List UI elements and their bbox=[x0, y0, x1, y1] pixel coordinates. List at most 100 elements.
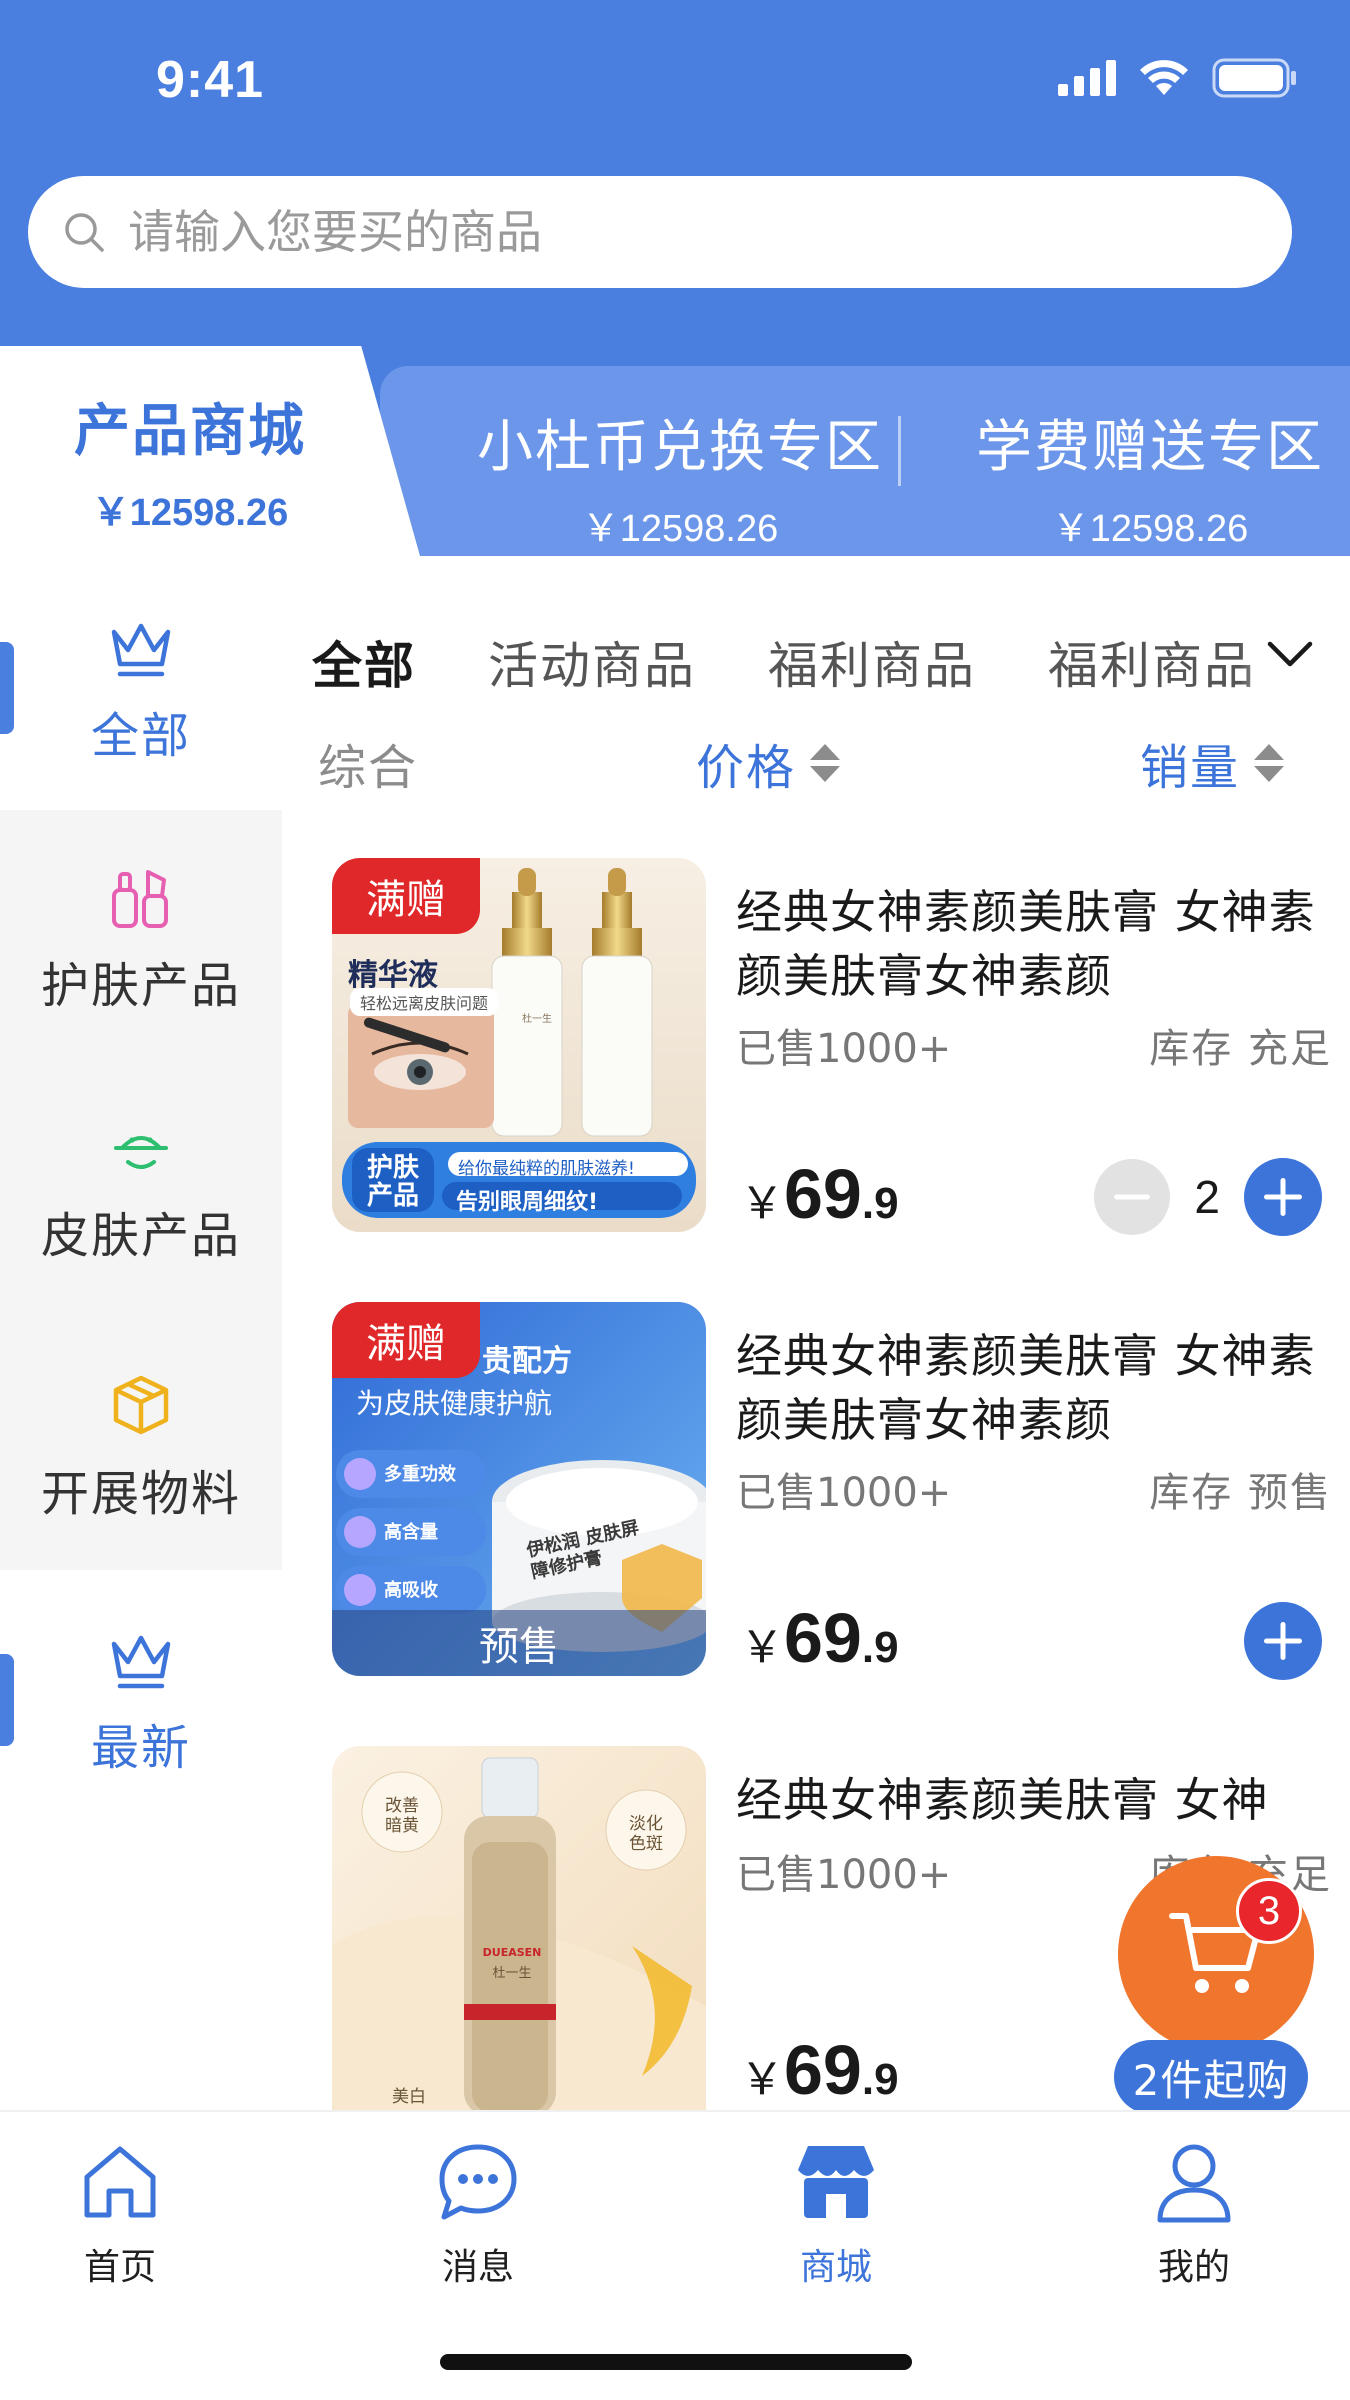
sort-arrows-icon bbox=[810, 744, 841, 782]
mall-tab-tuition-gift[interactable]: 学费赠送专区 ￥12598.26 bbox=[960, 402, 1340, 552]
product-card[interactable]: 精华液 轻松远离皮肤问题 杜一生 护肤产品 给你最纯粹的肌肤滋养! 告别眼周细纹… bbox=[332, 858, 1332, 1238]
product-stock: 库存 充足 bbox=[1149, 1016, 1332, 1074]
nav-label: 商城 bbox=[799, 2247, 872, 2288]
product-sold: 已售1000+ bbox=[736, 1026, 952, 1072]
stock-label: 库存 bbox=[1149, 1026, 1234, 1072]
product-image-feature: 高含量 bbox=[384, 1522, 438, 1543]
min-purchase-label: 2件起购 bbox=[1114, 2040, 1308, 2114]
product-image-tag: 淡化色斑 bbox=[629, 1814, 663, 1854]
shop-icon bbox=[798, 2146, 874, 2218]
price-integer: 69 bbox=[784, 2031, 862, 2109]
sidebar-item-materials[interactable]: 开展物料 bbox=[0, 1372, 282, 1524]
product-name[interactable]: 经典女神素颜美肤膏 女神素颜美肤膏女神素颜 bbox=[736, 880, 1326, 1008]
search-input[interactable] bbox=[128, 205, 1228, 259]
product-image-title: 贵配方 bbox=[482, 1344, 572, 1379]
sidebar-item-label: 全部 bbox=[90, 708, 191, 764]
product-stock: 库存 预售 bbox=[1149, 1460, 1332, 1518]
sort-sales-label: 销量 bbox=[1140, 740, 1241, 796]
nav-item-messages[interactable]: 消息 bbox=[358, 2132, 598, 2290]
category-tab-activity[interactable]: 活动商品 bbox=[488, 626, 696, 698]
product-image-feature: 多重功效 bbox=[384, 1464, 456, 1485]
home-indicator bbox=[440, 2354, 912, 2370]
price-currency: ￥ bbox=[740, 2055, 784, 2104]
mall-tab-amount: ￥12598.26 bbox=[581, 508, 779, 550]
sidebar-item-skincare[interactable]: 护肤产品 bbox=[0, 866, 282, 1016]
sort-general-label: 综合 bbox=[318, 740, 419, 796]
quantity-stepper: 2 bbox=[1094, 1158, 1322, 1236]
category-tab-welfare-2[interactable]: 福利商品 bbox=[1048, 626, 1256, 698]
mall-tab-amount: ￥12598.26 bbox=[91, 492, 289, 534]
nav-item-home[interactable]: 首页 bbox=[0, 2132, 240, 2290]
nav-label: 首页 bbox=[83, 2247, 156, 2288]
product-image-tag: 改善暗黄 bbox=[385, 1796, 419, 1836]
add-to-cart-button[interactable] bbox=[1244, 1602, 1322, 1680]
chevron-down-icon[interactable] bbox=[1266, 638, 1314, 670]
plus-icon bbox=[1264, 1622, 1302, 1660]
product-image-feature: 高吸收 bbox=[384, 1580, 438, 1601]
product-price: ￥69.9 bbox=[740, 1154, 899, 1234]
decrease-button[interactable] bbox=[1094, 1159, 1171, 1235]
stock-status: 充足 bbox=[1248, 1026, 1332, 1072]
product-sold: 已售1000+ bbox=[736, 1470, 952, 1516]
promo-badge: 满赠 bbox=[332, 858, 480, 934]
stock-status: 预售 bbox=[1248, 1470, 1332, 1516]
crown-icon bbox=[111, 623, 171, 677]
sort-sales[interactable]: 销量 bbox=[1140, 728, 1285, 798]
product-image-promo-tag: 护肤产品 bbox=[366, 1153, 419, 1211]
mall-tab-title: 小杜币兑换专区 bbox=[477, 415, 883, 480]
product-price: ￥69.9 bbox=[740, 2030, 899, 2110]
category-tab-all[interactable]: 全部 bbox=[312, 626, 416, 698]
mall-tab-product[interactable]: 产品商城 ￥12598.26 bbox=[40, 386, 340, 536]
sort-price[interactable]: 价格 bbox=[696, 728, 841, 798]
product-image[interactable]: 贵配方 为皮肤健康护航 多重功效 高含量 高吸收 伊松润 皮肤屏障修护膏 满赠 … bbox=[332, 1302, 706, 1676]
product-image-promo-small: 给你最纯粹的肌肤滋养! bbox=[458, 1159, 635, 1179]
mall-tabs: 产品商城 ￥12598.26 小杜币兑换专区 ￥12598.26 学费赠送专区 … bbox=[0, 346, 1350, 556]
sort-general[interactable]: 综合 bbox=[318, 728, 418, 798]
sidebar-item-label: 最新 bbox=[90, 1720, 191, 1776]
product-image-brand: DUEASEN bbox=[482, 1946, 542, 1959]
search-bar[interactable] bbox=[28, 176, 1292, 288]
mall-tab-amount: ￥12598.26 bbox=[1051, 508, 1249, 550]
price-decimal: .9 bbox=[861, 2055, 899, 2104]
cart-count-badge: 3 bbox=[1236, 1878, 1302, 1944]
product-card[interactable]: 贵配方 为皮肤健康护航 多重功效 高含量 高吸收 伊松润 皮肤屏障修护膏 满赠 … bbox=[332, 1302, 1332, 1682]
product-image-subtitle: 为皮肤健康护航 bbox=[356, 1387, 553, 1420]
quantity-stepper bbox=[1244, 1602, 1322, 1680]
price-integer: 69 bbox=[784, 1155, 862, 1233]
category-tab-welfare[interactable]: 福利商品 bbox=[768, 626, 976, 698]
price-integer: 69 bbox=[784, 1599, 862, 1677]
nav-item-shop[interactable]: 商城 bbox=[716, 2132, 956, 2290]
product-image[interactable]: 精华液 轻松远离皮肤问题 杜一生 护肤产品 给你最纯粹的肌肤滋养! 告别眼周细纹… bbox=[332, 858, 706, 1232]
product-image-promo-big: 告别眼周细纹! bbox=[456, 1190, 599, 1215]
status-icons bbox=[1058, 58, 1298, 98]
product-image-brand: 杜一生 bbox=[522, 1014, 552, 1025]
price-currency: ￥ bbox=[740, 1623, 784, 1672]
product-image-tag: 美白 bbox=[392, 2087, 426, 2107]
cosmetics-icon bbox=[112, 870, 168, 928]
nav-label: 我的 bbox=[1157, 2247, 1230, 2288]
message-icon bbox=[439, 2144, 517, 2220]
home-icon bbox=[84, 2146, 156, 2218]
product-name[interactable]: 经典女神素颜美肤膏 女神 bbox=[736, 1768, 1326, 1832]
bottom-nav: 首页 消息 商城 我的 bbox=[0, 2110, 1350, 2400]
product-image[interactable]: 改善暗黄 淡化色斑 美白 DUEASEN 杜一生 bbox=[332, 1746, 706, 2110]
category-tabs: 全部 活动商品 福利商品 福利商品 bbox=[312, 622, 1350, 702]
minus-icon bbox=[1114, 1194, 1151, 1200]
sort-bar: 综合 价格 销量 bbox=[318, 728, 1298, 798]
nav-item-profile[interactable]: 我的 bbox=[1074, 2132, 1314, 2290]
sidebar-item-label: 皮肤产品 bbox=[40, 1208, 241, 1264]
sidebar-item-all[interactable]: 全部 bbox=[0, 618, 282, 766]
product-price: ￥69.9 bbox=[740, 1598, 899, 1678]
sidebar-item-skin-products[interactable]: 皮肤产品 bbox=[0, 1124, 282, 1266]
crown-icon bbox=[111, 1635, 171, 1689]
sort-arrows-icon bbox=[1254, 744, 1285, 782]
product-sold: 已售1000+ bbox=[736, 1852, 952, 1898]
increase-button[interactable] bbox=[1244, 1158, 1322, 1236]
product-name[interactable]: 经典女神素颜美肤膏 女神素颜美肤膏女神素颜 bbox=[736, 1324, 1326, 1452]
mall-tab-divider bbox=[898, 416, 901, 486]
smile-face-icon bbox=[114, 1136, 168, 1169]
sidebar-item-latest[interactable]: 最新 bbox=[0, 1630, 282, 1778]
presale-band: 预售 bbox=[332, 1610, 706, 1676]
mall-tab-coin-exchange[interactable]: 小杜币兑换专区 ￥12598.26 bbox=[470, 402, 890, 552]
search-icon bbox=[65, 213, 104, 252]
